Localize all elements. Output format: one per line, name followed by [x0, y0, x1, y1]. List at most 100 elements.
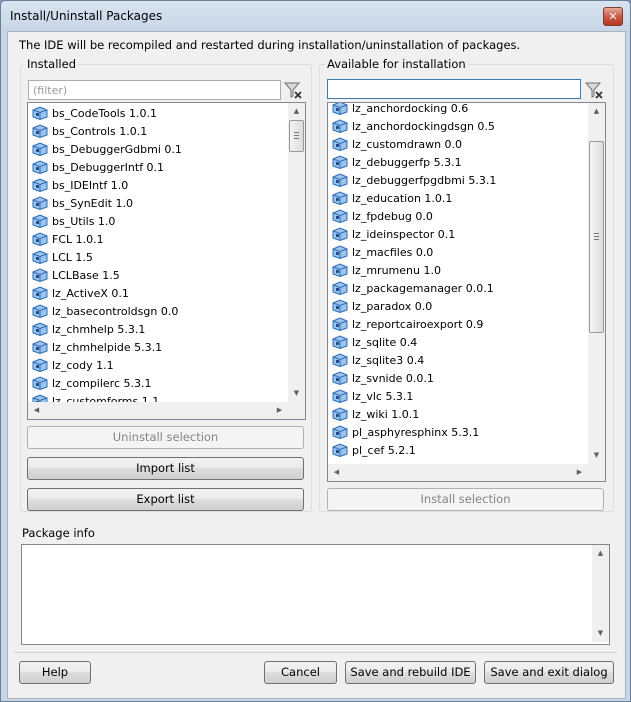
save-and-exit-button[interactable]: Save and exit dialog: [484, 661, 614, 684]
package-icon: [332, 317, 348, 331]
scroll-down-arrow-icon[interactable]: ▼: [288, 385, 305, 402]
package-icon: [332, 137, 348, 151]
list-item[interactable]: lz_debuggerfp 5.3.1: [328, 153, 588, 171]
available-filter-input[interactable]: [327, 79, 581, 99]
list-item[interactable]: lz_fpdebug 0.0: [328, 207, 588, 225]
list-item[interactable]: lz_mrumenu 1.0: [328, 261, 588, 279]
list-item[interactable]: bs_SynEdit 1.0: [28, 194, 288, 212]
scrollbar-thumb[interactable]: [589, 141, 604, 333]
scroll-up-arrow-icon[interactable]: ▲: [592, 545, 609, 562]
list-item[interactable]: lz_macfiles 0.0: [328, 243, 588, 261]
window-title: Install/Uninstall Packages: [10, 9, 163, 23]
list-item[interactable]: bs_Controls 1.0.1: [28, 122, 288, 140]
package-label: lz_mrumenu 1.0: [352, 263, 441, 277]
package-label: lz_anchordockingdsgn 0.5: [352, 119, 495, 133]
export-list-button[interactable]: Export list: [27, 488, 304, 511]
available-vertical-scrollbar[interactable]: ▲ ▼: [588, 103, 605, 464]
dialog-client-area: The IDE will be recompiled and restarted…: [7, 31, 626, 699]
dialog-window: Install/Uninstall Packages ✕ The IDE wil…: [0, 0, 631, 702]
list-item[interactable]: FCL 1.0.1: [28, 230, 288, 248]
list-item[interactable]: lz_vlc 5.3.1: [328, 387, 588, 405]
package-icon: [332, 209, 348, 223]
scroll-right-arrow-icon[interactable]: ▶: [271, 402, 288, 419]
close-button[interactable]: ✕: [603, 7, 623, 26]
package-label: lz_sqlite3 0.4: [352, 353, 425, 367]
list-item[interactable]: lz_packagemanager 0.0.1: [328, 279, 588, 297]
package-label: lz_wiki 1.0.1: [352, 407, 420, 421]
scroll-up-arrow-icon[interactable]: ▲: [588, 103, 605, 120]
list-item[interactable]: lz_debuggerfpgdbmi 5.3.1: [328, 171, 588, 189]
list-item[interactable]: lz_reportcairoexport 0.9: [328, 315, 588, 333]
list-item[interactable]: lz_education 1.0.1: [328, 189, 588, 207]
scroll-down-arrow-icon[interactable]: ▼: [592, 625, 609, 642]
help-button[interactable]: Help: [19, 661, 91, 684]
list-item[interactable]: lz_anchordockingdsgn 0.5: [328, 117, 588, 135]
list-item[interactable]: bs_Utils 1.0: [28, 212, 288, 230]
install-selection-button[interactable]: Install selection: [327, 488, 604, 511]
scrollbar-thumb[interactable]: [289, 120, 304, 152]
package-icon: [32, 322, 48, 336]
list-item[interactable]: LCLBase 1.5: [28, 266, 288, 284]
package-icon: [32, 178, 48, 192]
installed-vertical-scrollbar[interactable]: ▲ ▼: [288, 103, 305, 402]
save-and-rebuild-button[interactable]: Save and rebuild IDE: [345, 661, 476, 684]
package-label: lz_ideinspector 0.1: [352, 227, 456, 241]
package-icon: [332, 119, 348, 133]
list-item[interactable]: pl_asphyresphinx 5.3.1: [328, 423, 588, 441]
available-packages-list[interactable]: lz_anchordocking 0.6 lz_anchordockingdsgn…: [327, 102, 606, 482]
import-list-button[interactable]: Import list: [27, 457, 304, 480]
cancel-button[interactable]: Cancel: [264, 661, 337, 684]
scroll-up-arrow-icon[interactable]: ▲: [288, 103, 305, 120]
package-icon: [332, 335, 348, 349]
package-icon: [332, 371, 348, 385]
list-item[interactable]: pl_cef 5.2.1: [328, 441, 588, 459]
package-label: bs_Utils 1.0: [52, 214, 116, 228]
clear-filter-icon[interactable]: [584, 80, 604, 100]
scroll-down-arrow-icon[interactable]: ▼: [588, 447, 605, 464]
uninstall-selection-button[interactable]: Uninstall selection: [27, 426, 304, 449]
package-label: lz_vlc 5.3.1: [352, 389, 414, 403]
list-item[interactable]: lz_ideinspector 0.1: [328, 225, 588, 243]
list-item[interactable]: lz_sqlite 0.4: [328, 333, 588, 351]
installed-horizontal-scrollbar[interactable]: ◀ ▶: [28, 402, 305, 419]
package-label: lz_basecontroldsgn 0.0: [52, 304, 179, 318]
list-item[interactable]: lz_wiki 1.0.1: [328, 405, 588, 423]
list-item[interactable]: lz_svnide 0.0.1: [328, 369, 588, 387]
list-item[interactable]: lz_sqlite3 0.4: [328, 351, 588, 369]
package-label: pl_asphyresphinx 5.3.1: [352, 425, 480, 439]
installed-packages-list[interactable]: bs_CodeTools 1.0.1 bs_Controls 1.0.1 bs_De…: [27, 102, 306, 420]
package-info-textarea[interactable]: ▲ ▼: [21, 544, 610, 645]
list-item[interactable]: lz_chmhelp 5.3.1: [28, 320, 288, 338]
scroll-right-arrow-icon[interactable]: ▶: [571, 464, 588, 481]
package-icon: [332, 263, 348, 277]
package-icon: [332, 103, 348, 115]
package-label: bs_SynEdit 1.0: [52, 196, 133, 210]
package-label: lz_debuggerfpgdbmi 5.3.1: [352, 173, 497, 187]
package-icon: [332, 155, 348, 169]
title-bar[interactable]: Install/Uninstall Packages ✕: [1, 1, 630, 31]
package-label: lz_customdrawn 0.0: [352, 137, 463, 151]
list-item[interactable]: lz_cody 1.1: [28, 356, 288, 374]
clear-filter-icon[interactable]: [283, 80, 303, 100]
package-info-vertical-scrollbar[interactable]: ▲ ▼: [592, 545, 609, 642]
list-item[interactable]: bs_DebuggerIntf 0.1: [28, 158, 288, 176]
list-item[interactable]: bs_CodeTools 1.0.1: [28, 104, 288, 122]
package-icon: [332, 191, 348, 205]
list-item[interactable]: lz_ActiveX 0.1: [28, 284, 288, 302]
list-item[interactable]: lz_paradox 0.0: [328, 297, 588, 315]
package-icon: [332, 443, 348, 457]
package-label: lz_svnide 0.0.1: [352, 371, 434, 385]
list-item[interactable]: lz_chmhelpide 5.3.1: [28, 338, 288, 356]
installed-filter-input[interactable]: [28, 80, 281, 100]
list-item[interactable]: bs_IDEIntf 1.0: [28, 176, 288, 194]
list-item[interactable]: lz_anchordocking 0.6: [328, 103, 588, 117]
available-horizontal-scrollbar[interactable]: ◀ ▶: [328, 464, 605, 481]
scroll-left-arrow-icon[interactable]: ◀: [328, 464, 345, 481]
list-item[interactable]: LCL 1.5: [28, 248, 288, 266]
list-item[interactable]: bs_DebuggerGdbmi 0.1: [28, 140, 288, 158]
list-item[interactable]: lz_customdrawn 0.0: [328, 135, 588, 153]
package-icon: [332, 281, 348, 295]
list-item[interactable]: lz_basecontroldsgn 0.0: [28, 302, 288, 320]
list-item[interactable]: lz_compilerc 5.3.1: [28, 374, 288, 392]
scroll-left-arrow-icon[interactable]: ◀: [28, 402, 45, 419]
